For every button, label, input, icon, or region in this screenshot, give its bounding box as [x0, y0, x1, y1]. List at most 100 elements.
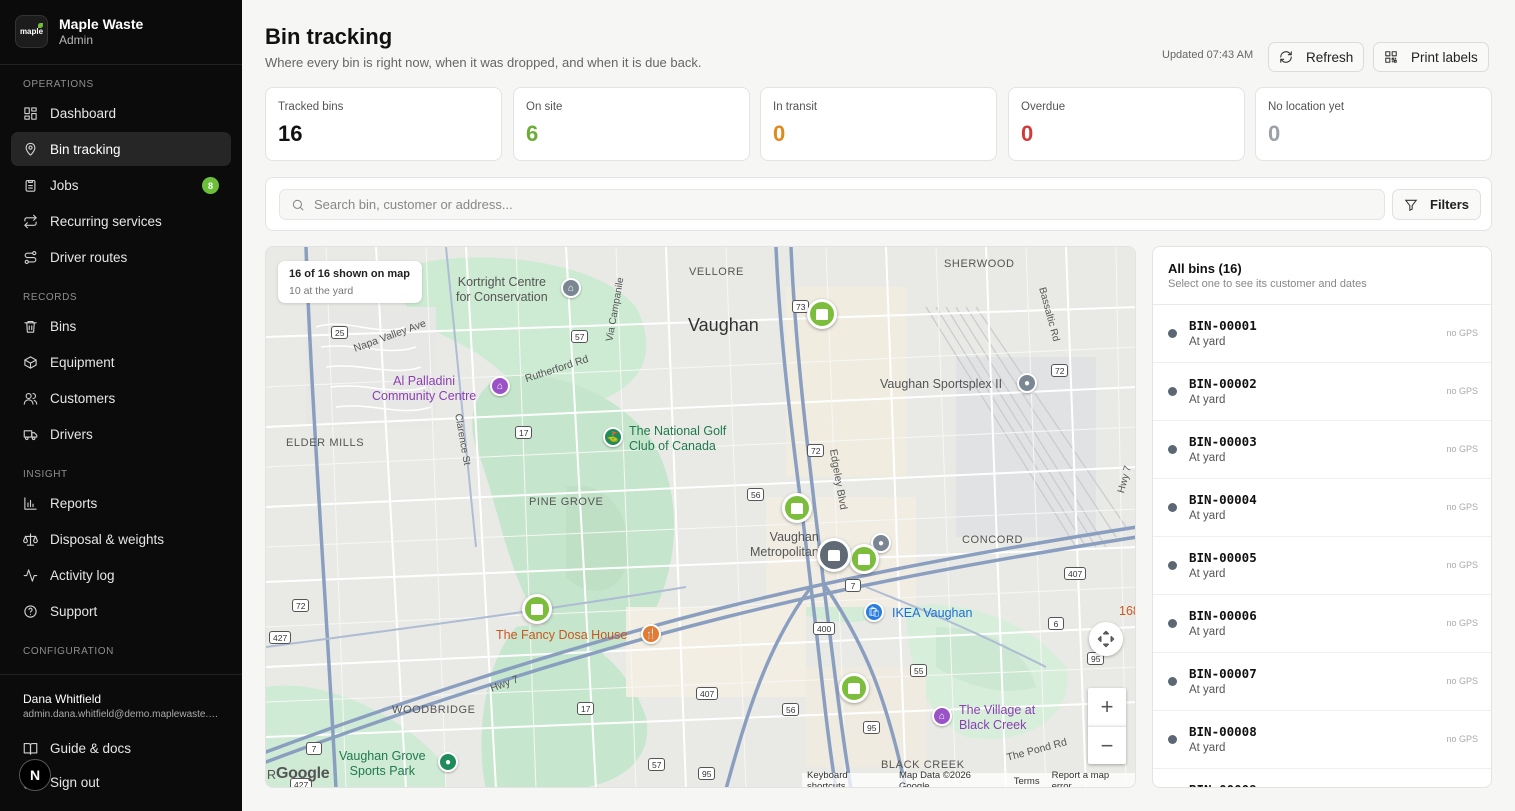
bin-icon [816, 308, 828, 320]
map-summary-count: 16 of 16 shown on map [289, 268, 411, 280]
status-dot [1168, 387, 1177, 396]
users-icon [23, 391, 38, 406]
zoom-in-button[interactable]: + [1088, 688, 1126, 726]
bin-list-item[interactable]: BIN-00007 At yard no GPS [1153, 653, 1491, 711]
sidebar-item-jobs[interactable]: Jobs 8 [11, 168, 231, 202]
sidebar-item-label: Bin tracking [50, 141, 121, 157]
bin-list-item[interactable]: BIN-00003 At yard no GPS [1153, 421, 1491, 479]
sidebar-item-disposal-weights[interactable]: Disposal & weights [11, 522, 231, 556]
bin-list-item[interactable]: BIN-00009 [1153, 769, 1491, 787]
bin-id: BIN-00001 [1189, 318, 1257, 333]
sidebar-item-support[interactable]: Support [11, 594, 231, 628]
sidebar-item-customers[interactable]: Customers [11, 381, 231, 415]
map-label-woodbridge: WOODBRIDGE [392, 704, 476, 716]
bin-list-item[interactable]: BIN-00004 At yard no GPS [1153, 479, 1491, 537]
golf-poi-icon[interactable]: ⛳ [603, 427, 623, 447]
help-circle-icon [23, 604, 38, 619]
stat-label: Tracked bins [278, 101, 344, 113]
sidebar-item-activity-log[interactable]: Activity log [11, 558, 231, 592]
bin-map-pin[interactable] [522, 594, 552, 624]
stat-card-no-location: No location yet 0 [1255, 87, 1492, 161]
road-shield: 17 [577, 702, 595, 715]
search-box[interactable] [279, 189, 1385, 220]
sidebar-item-guide-docs[interactable]: Guide & docs [11, 731, 231, 765]
brand-name: Maple Waste [59, 16, 144, 32]
book-icon [23, 741, 38, 756]
sidebar-item-label: Bins [50, 318, 77, 334]
stat-card-tracked-bins: Tracked bins 16 [265, 87, 502, 161]
zoom-out-button[interactable]: − [1088, 726, 1126, 764]
nextjs-dev-badge[interactable]: N [19, 759, 51, 791]
restaurant-poi-icon[interactable]: 🍴 [641, 624, 661, 644]
sidebar-item-dashboard[interactable]: Dashboard [11, 96, 231, 130]
road-shield: 72 [292, 599, 310, 612]
sidebar-item-driver-routes[interactable]: Driver routes [11, 240, 231, 274]
bin-cluster-pin[interactable] [817, 538, 851, 572]
shopping-poi-icon[interactable]: 🛍 [864, 602, 884, 622]
bin-list-item[interactable]: BIN-00006 At yard no GPS [1153, 595, 1491, 653]
stat-value: 0 [773, 121, 786, 146]
stat-card-on-site: On site 6 [513, 87, 750, 161]
stat-value: 6 [526, 121, 539, 146]
sidebar-item-label: Reports [50, 495, 98, 511]
road-shield: 57 [648, 758, 666, 771]
village-poi-icon[interactable]: ⌂ [932, 706, 952, 726]
bin-map-pin[interactable] [782, 493, 812, 523]
map-view[interactable]: VELLORE SHERWOOD Vaughan Kortright Centr… [265, 246, 1136, 788]
status-dot [1168, 561, 1177, 570]
bin-id: BIN-00006 [1189, 608, 1257, 623]
map-label-pine-grove: PINE GROVE [529, 496, 604, 508]
sidebar-item-label: Sign out [50, 774, 100, 790]
bin-icon [858, 553, 870, 565]
bin-status: At yard [1189, 394, 1226, 406]
filters-button[interactable]: Filters [1392, 189, 1482, 220]
search-input[interactable] [314, 197, 1314, 212]
bin-icon [791, 502, 803, 514]
bin-list-item[interactable]: BIN-00001 At yard no GPS [1153, 305, 1491, 363]
bin-list-item[interactable]: BIN-00005 At yard no GPS [1153, 537, 1491, 595]
bin-status: At yard [1189, 510, 1226, 522]
terms-link[interactable]: Terms [1014, 776, 1040, 787]
bin-gps-status: no GPS [1446, 328, 1478, 338]
sidebar-item-label: Driver routes [50, 249, 128, 265]
fullscreen-toggle-icon[interactable] [1089, 622, 1123, 656]
bin-map-pin[interactable] [849, 544, 879, 574]
report-error-link[interactable]: Report a map error [1052, 770, 1130, 787]
brand[interactable]: maple Maple Waste Admin [15, 15, 143, 48]
keyboard-shortcuts-link[interactable]: Keyboard shortcuts [807, 770, 887, 787]
road-shield: 407 [1064, 567, 1087, 580]
refresh-icon [1280, 51, 1292, 63]
sidebar-item-bin-tracking[interactable]: Bin tracking [11, 132, 231, 166]
sidebar-item-equipment[interactable]: Equipment [11, 345, 231, 379]
sidebar-item-recurring-services[interactable]: Recurring services [11, 204, 231, 238]
sidebar-item-label: Customers [50, 390, 116, 406]
conservation-poi-icon[interactable]: ⌂ [561, 278, 581, 298]
community-centre-poi-icon[interactable]: ⌂ [490, 376, 510, 396]
truck-icon [23, 427, 38, 442]
park-poi-icon[interactable]: ● [438, 752, 458, 772]
refresh-button[interactable]: Refresh [1268, 42, 1365, 72]
sidebar-item-label: Guide & docs [50, 740, 132, 756]
stat-label: On site [526, 101, 563, 113]
section-label-operations: Operations [23, 79, 94, 90]
sportsplex-poi-icon[interactable]: ● [1017, 373, 1037, 393]
print-labels-button[interactable]: Print labels [1373, 42, 1489, 72]
sidebar-item-drivers[interactable]: Drivers [11, 417, 231, 451]
map-label-elder-mills: ELDER MILLS [286, 437, 365, 449]
brand-logo: maple [15, 15, 48, 48]
bin-id: BIN-00008 [1189, 724, 1257, 739]
bin-list-item[interactable]: BIN-00002 At yard no GPS [1153, 363, 1491, 421]
bin-gps-status: no GPS [1446, 386, 1478, 396]
road-shield: 7 [845, 579, 861, 592]
filter-icon [1404, 199, 1418, 211]
bin-map-pin[interactable] [839, 673, 869, 703]
sidebar-item-label: Drivers [50, 426, 93, 442]
road-shield: 427 [269, 631, 292, 644]
bin-map-pin[interactable] [807, 299, 837, 329]
sidebar-item-label: Disposal & weights [50, 531, 165, 547]
brand-logo-text: maple [19, 27, 44, 36]
sidebar-item-reports[interactable]: Reports [11, 486, 231, 520]
map-attribution: Keyboard shortcuts Map Data ©2026 Google… [802, 770, 1135, 787]
bin-list-item[interactable]: BIN-00008 At yard no GPS [1153, 711, 1491, 769]
sidebar-item-bins[interactable]: Bins [11, 309, 231, 343]
